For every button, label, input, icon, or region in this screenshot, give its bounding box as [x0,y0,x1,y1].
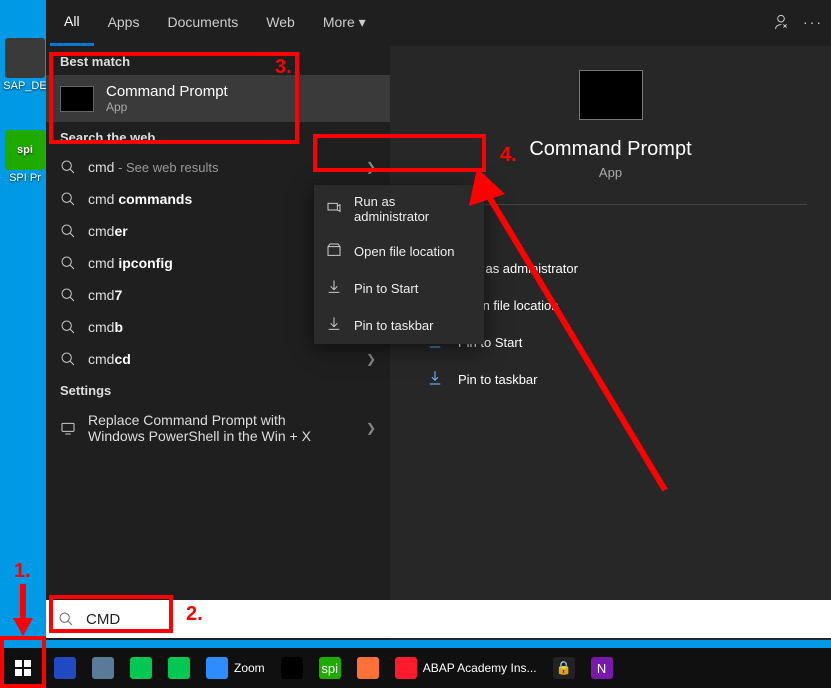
desktop-icon[interactable]: SAP_DE [2,38,48,92]
annotation-number-2: 2. [186,603,203,626]
web-result-label: cmdcd [88,351,131,367]
section-settings: Settings [46,375,390,404]
taskbar-item[interactable]: spi [311,648,349,688]
search-icon [60,191,76,207]
context-menu-item[interactable]: Open file location [314,233,484,270]
search-icon [58,611,74,627]
taskbar-item[interactable] [160,648,198,688]
search-icon [60,351,76,367]
context-menu-label: Open file location [354,244,454,259]
taskbar-search-box[interactable] [46,600,831,638]
detail-action-label: Pin to taskbar [458,372,538,387]
context-menu-item[interactable]: Pin to taskbar [314,307,484,344]
feedback-icon[interactable] [773,14,789,30]
context-icon [326,200,342,219]
start-search-panel: All Apps Documents Web More ▾ ··· Best m… [46,0,831,638]
tab-all[interactable]: All [50,0,94,46]
lock-icon: 🔒 [553,657,575,679]
context-menu-label: Run as administrator [354,194,472,224]
sap-icon [92,657,114,679]
annotation-number-1: 1. [14,560,31,583]
taskbar-item[interactable]: ABAP Academy Ins... [387,648,545,688]
taskbar-item-label: ABAP Academy Ins... [423,661,537,675]
desktop-icon[interactable]: spi SPI Pr [2,130,48,184]
context-menu-item[interactable]: Pin to Start [314,270,484,307]
cmd-icon [60,86,94,112]
more-options-icon[interactable]: ··· [803,14,823,30]
detail-title: Command Prompt [414,138,807,161]
file-icon [5,38,45,78]
annotation-number-3: 3. [275,56,292,79]
opera-icon [395,657,417,679]
tab-documents[interactable]: Documents [153,0,252,44]
context-menu: Run as administrator Open file location Pi… [314,185,484,344]
start-button[interactable] [0,648,46,688]
taskbar-item[interactable] [84,648,122,688]
settings-item[interactable]: Replace Command Prompt with Windows Powe… [46,404,390,452]
search-icon [60,287,76,303]
desktop-icon-label: SPI Pr [2,172,48,184]
web-result-item[interactable]: cmdcd ❯ [46,343,390,375]
windows-logo-icon [15,660,31,676]
search-icon [60,319,76,335]
action-icon [426,369,444,390]
taskbar-item[interactable] [122,648,160,688]
context-icon [326,242,342,261]
section-best-match: Best match [46,46,390,75]
settings-icon [60,420,76,436]
file-icon: spi [5,130,45,170]
web-result-item[interactable]: cmd - See web results ❯ [46,151,390,183]
desktop: SAP_DE spi SPI Pr All Apps Documents Web… [0,0,831,688]
onenote-icon: N [591,657,613,679]
best-match-subtitle: App [106,100,228,114]
web-result-label: cmd7 [88,287,122,303]
detail-subtitle: App [414,165,807,180]
taskbar-item[interactable]: N [583,648,621,688]
context-menu-label: Pin to Start [354,281,418,296]
chevron-right-icon: ❯ [366,421,376,435]
cmd-icon [579,70,643,120]
spi-icon: spi [319,657,341,679]
tab-apps[interactable]: Apps [94,0,154,44]
taskbar-item[interactable] [349,648,387,688]
save-app-icon [54,657,76,679]
taskbar-item[interactable] [46,648,84,688]
context-icon [326,316,342,335]
chevron-right-icon: ❯ [366,160,376,174]
taskbar-item[interactable]: Zoom [198,648,273,688]
green-app-1-icon [130,657,152,679]
zoom-icon [206,657,228,679]
best-match-title: Command Prompt [106,83,228,100]
search-tabs: All Apps Documents Web More ▾ ··· [46,0,831,46]
web-result-label: cmd ipconfig [88,255,173,271]
context-icon [326,279,342,298]
desktop-icon-label: SAP_DE [2,80,48,92]
web-result-label: cmder [88,223,128,239]
results-list: Best match Command Prompt App Search the… [46,46,390,640]
search-icon [60,159,76,175]
tab-web[interactable]: Web [252,0,309,44]
web-result-label: cmdb [88,319,123,335]
chevron-right-icon: ❯ [366,352,376,366]
taskbar-item[interactable]: 🔒 [545,648,583,688]
taskbar-item[interactable] [273,648,311,688]
tab-more[interactable]: More ▾ [309,0,380,44]
chevron-down-icon: ▾ [359,14,366,30]
taskbar: Zoom spi ABAP Academy Ins... 🔒 N [0,648,831,688]
web-result-label: cmd - See web results [88,159,219,175]
context-menu-item[interactable]: Run as administrator [314,185,484,233]
annotation-number-4: 4. [500,144,517,167]
web-result-label: cmd commands [88,191,192,207]
firefox-icon [357,657,379,679]
search-icon [60,223,76,239]
best-match-item[interactable]: Command Prompt App [46,75,390,122]
detail-action-item[interactable]: Pin to taskbar [414,361,807,398]
search-icon [60,255,76,271]
black-app-icon [281,657,303,679]
context-menu-label: Pin to taskbar [354,318,434,333]
settings-item-label: Replace Command Prompt with Windows Powe… [88,412,338,444]
section-search-web: Search the web [46,122,390,151]
green-app-2-icon [168,657,190,679]
taskbar-item-label: Zoom [234,661,265,675]
